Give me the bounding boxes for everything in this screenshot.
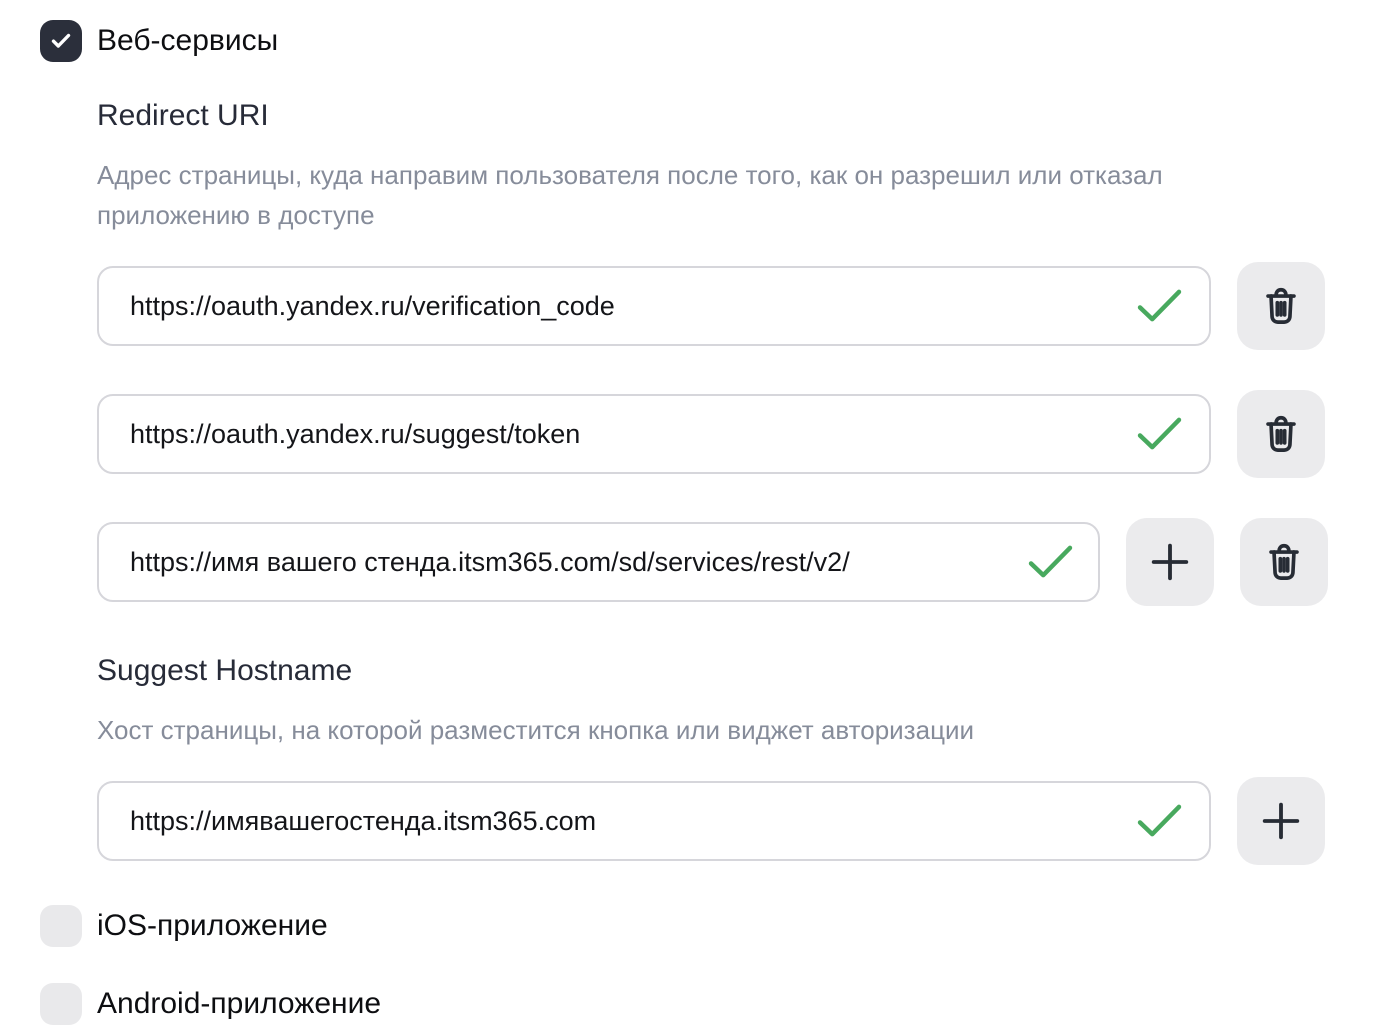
suggest-hostname-row [97,777,1398,865]
suggest-hostname-input-wrap [97,781,1211,861]
redirect-uri-rows [97,262,1398,606]
plus-icon [1147,539,1193,585]
web-services-checkbox[interactable] [40,20,82,62]
oauth-platforms-form: Веб-сервисы Redirect URI Адрес страницы,… [0,0,1398,1025]
redirect-uri-row [97,518,1398,606]
trash-icon [1260,412,1302,456]
redirect-uri-row [97,262,1398,350]
trash-icon [1263,540,1305,584]
plus-icon [1258,798,1304,844]
web-services-checkbox-row[interactable]: Веб-сервисы [40,20,1398,62]
web-services-section: Redirect URI Адрес страницы, куда направ… [97,99,1398,865]
redirect-uri-input[interactable] [97,266,1211,346]
trash-icon [1260,284,1302,328]
suggest-hostname-description: Хост страницы, на которой разместится кн… [97,710,1257,750]
add-redirect-uri-button[interactable] [1126,518,1214,606]
suggest-hostname-rows [97,777,1398,865]
delete-redirect-uri-button[interactable] [1237,262,1325,350]
android-app-checkbox[interactable] [40,983,82,1025]
android-app-checkbox-row[interactable]: Android-приложение [40,983,1398,1025]
redirect-uri-description: Адрес страницы, куда направим пользовате… [97,155,1257,235]
redirect-uri-title: Redirect URI [97,99,1398,133]
redirect-uri-input[interactable] [97,394,1211,474]
redirect-uri-input[interactable] [97,522,1100,602]
delete-redirect-uri-button[interactable] [1237,390,1325,478]
redirect-uri-row [97,390,1398,478]
android-app-label: Android-приложение [97,983,381,1025]
redirect-uri-input-wrap [97,394,1211,474]
redirect-uri-input-wrap [97,522,1100,602]
platform-toggles: iOS-приложение Android-приложение [40,905,1398,1025]
web-services-label: Веб-сервисы [97,20,278,62]
ios-app-checkbox-row[interactable]: iOS-приложение [40,905,1398,947]
suggest-hostname-title: Suggest Hostname [97,654,1398,688]
suggest-hostname-input[interactable] [97,781,1211,861]
ios-app-label: iOS-приложение [97,905,328,947]
ios-app-checkbox[interactable] [40,905,82,947]
redirect-uri-input-wrap [97,266,1211,346]
add-suggest-hostname-button[interactable] [1237,777,1325,865]
delete-redirect-uri-button[interactable] [1240,518,1328,606]
checkmark-icon [50,32,72,50]
